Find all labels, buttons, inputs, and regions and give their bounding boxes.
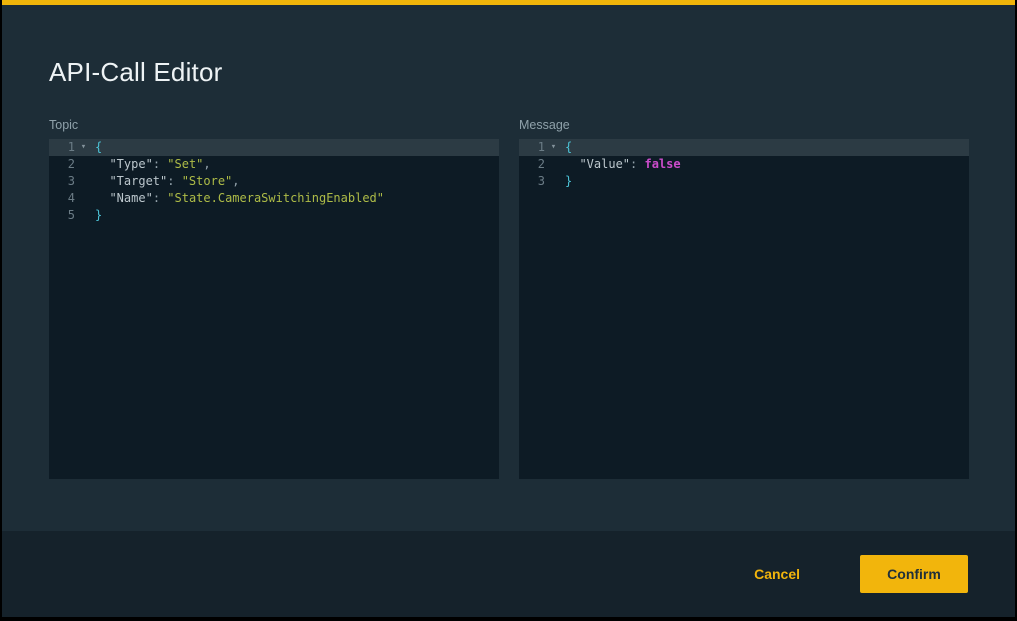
fold-arrow-icon[interactable]: ▾ (75, 139, 92, 156)
code-token: : (630, 157, 644, 171)
dialog-footer: Cancel Confirm (2, 531, 1015, 617)
line-number: 1 (519, 139, 545, 156)
fold-spacer (75, 190, 92, 207)
line-number: 5 (49, 207, 75, 224)
code-token: false (644, 157, 680, 171)
code-line: 4 "Name": "State.CameraSwitchingEnabled" (49, 190, 499, 207)
code-token: : (153, 157, 167, 171)
code-line: 1▾{ (49, 139, 499, 156)
editors-row: Topic 1▾{2 "Type": "Set",3 "Target": "St… (49, 118, 968, 479)
fold-spacer (75, 156, 92, 173)
confirm-button[interactable]: Confirm (860, 555, 968, 593)
code-token (95, 174, 109, 188)
code-text: "Name": "State.CameraSwitchingEnabled" (92, 190, 384, 207)
code-text: "Type": "Set", (92, 156, 211, 173)
page-title: API-Call Editor (49, 57, 968, 88)
code-token: "Set" (167, 157, 203, 171)
cancel-button[interactable]: Cancel (750, 558, 804, 590)
topic-editor-label: Topic (49, 118, 499, 132)
code-token: "Type" (109, 157, 152, 171)
message-editor-label: Message (519, 118, 969, 132)
message-code-editor[interactable]: 1▾{2 "Value": false3} (519, 139, 969, 479)
code-line: 1▾{ (519, 139, 969, 156)
code-token (95, 191, 109, 205)
code-text: "Target": "Store", (92, 173, 240, 190)
code-token: : (167, 174, 181, 188)
fold-spacer (75, 207, 92, 224)
message-editor-block: Message 1▾{2 "Value": false3} (519, 118, 969, 479)
api-call-editor-dialog: API-Call Editor Topic 1▾{2 "Type": "Set"… (2, 0, 1015, 617)
code-token: "Store" (182, 174, 233, 188)
dialog-content: API-Call Editor Topic 1▾{2 "Type": "Set"… (2, 5, 1015, 531)
code-token: "State.CameraSwitchingEnabled" (167, 191, 384, 205)
fold-spacer (545, 173, 562, 190)
line-number: 2 (519, 156, 545, 173)
line-number: 2 (49, 156, 75, 173)
code-text: } (562, 173, 572, 190)
code-token: { (565, 140, 572, 154)
topic-code-lines: 1▾{2 "Type": "Set",3 "Target": "Store",4… (49, 139, 499, 224)
code-token (565, 157, 579, 171)
code-token: { (95, 140, 102, 154)
topic-editor-block: Topic 1▾{2 "Type": "Set",3 "Target": "St… (49, 118, 499, 479)
fold-spacer (75, 173, 92, 190)
topic-code-editor[interactable]: 1▾{2 "Type": "Set",3 "Target": "Store",4… (49, 139, 499, 479)
fold-arrow-icon[interactable]: ▾ (545, 139, 562, 156)
message-code-lines: 1▾{2 "Value": false3} (519, 139, 969, 190)
code-text: { (562, 139, 572, 156)
code-token: , (203, 157, 210, 171)
line-number: 3 (519, 173, 545, 190)
code-line: 5} (49, 207, 499, 224)
code-text: "Value": false (562, 156, 681, 173)
code-line: 3 "Target": "Store", (49, 173, 499, 190)
code-line: 3} (519, 173, 969, 190)
code-token: } (95, 208, 102, 222)
code-line: 2 "Value": false (519, 156, 969, 173)
line-number: 4 (49, 190, 75, 207)
code-text: { (92, 139, 102, 156)
code-token (95, 157, 109, 171)
line-number: 3 (49, 173, 75, 190)
code-token: : (153, 191, 167, 205)
code-token: } (565, 174, 572, 188)
code-token: "Value" (579, 157, 630, 171)
fold-spacer (545, 156, 562, 173)
code-token: "Target" (109, 174, 167, 188)
code-text: } (92, 207, 102, 224)
code-token: , (232, 174, 239, 188)
code-line: 2 "Type": "Set", (49, 156, 499, 173)
code-token: "Name" (109, 191, 152, 205)
line-number: 1 (49, 139, 75, 156)
